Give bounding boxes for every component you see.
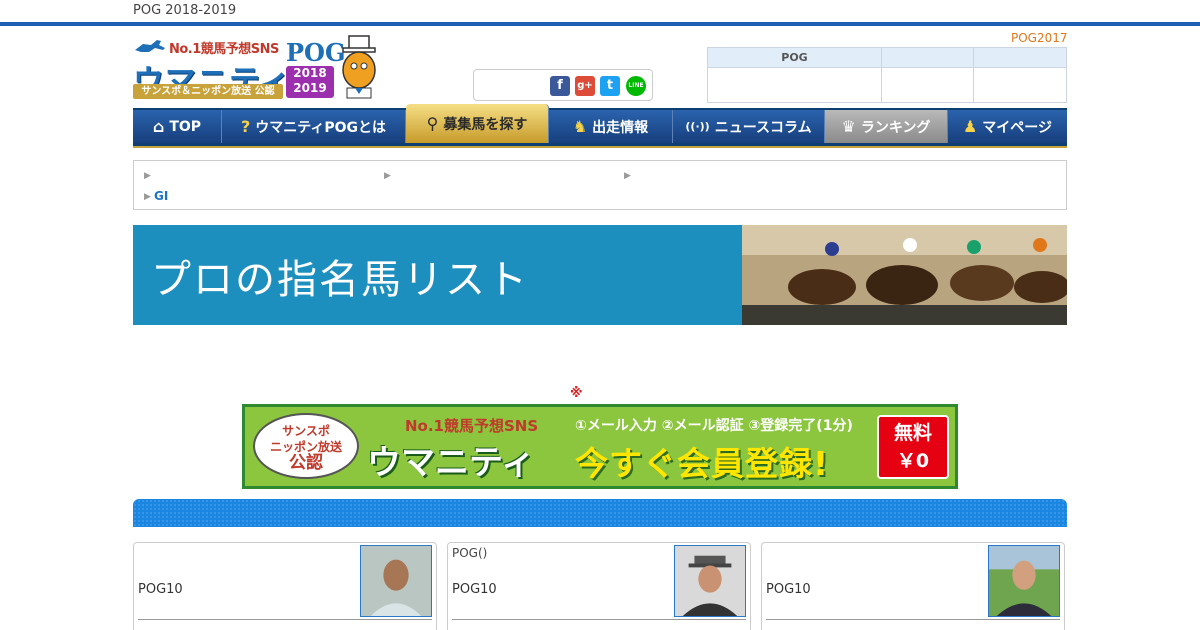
triangle-icon: ▶ — [624, 171, 631, 181]
main-nav: ⌂ TOP ? ウマニティPOGとは ⚲ 募集馬を探す ♞ 出走情報 ((·))… — [133, 104, 1067, 146]
nav-about[interactable]: ? ウマニティPOGとは — [222, 110, 406, 143]
search-icon: ⚲ — [426, 114, 439, 133]
card-label: POG10 — [766, 582, 811, 597]
logo-years: 2018 2019 — [286, 66, 334, 98]
user-icon: ♟ — [962, 117, 978, 136]
register-brand: ウマニティ — [367, 443, 535, 483]
page-banner: プロの指名馬リスト — [133, 225, 1067, 325]
twitter-icon[interactable]: t — [600, 76, 620, 96]
horse-icon: ♞ — [572, 117, 588, 136]
nav-top[interactable]: ⌂ TOP — [133, 110, 222, 143]
facebook-icon[interactable]: f — [550, 76, 570, 96]
broadcast-icon: ((·)) — [685, 120, 710, 133]
triangle-icon: ▶ — [144, 192, 151, 202]
triangle-icon: ▶ — [384, 171, 391, 181]
home-icon: ⌂ — [152, 117, 165, 136]
register-tagline: No.1競馬予想SNS — [405, 417, 539, 435]
line-icon[interactable]: LINE — [626, 76, 646, 96]
avatar — [988, 545, 1060, 617]
free-badge: 無料 ￥0 — [877, 415, 949, 479]
official-badge: サンスポ ニッポン放送 公認 — [253, 413, 359, 479]
avatar — [360, 545, 432, 617]
pog2017-link[interactable]: POG2017 — [1011, 31, 1068, 45]
nav-mypage[interactable]: ♟ マイページ — [948, 110, 1067, 143]
question-icon: ? — [240, 117, 251, 136]
page-title: プロの指名馬リスト — [151, 257, 529, 303]
nav-news[interactable]: ((·)) ニュースコラム — [673, 110, 825, 143]
pro-card[interactable]: POG10 — [133, 542, 437, 630]
top-bar: POG 2018-2019 — [0, 0, 1200, 22]
nav-search-horses[interactable]: ⚲ 募集馬を探す — [406, 104, 549, 143]
note-mark: ※ — [570, 386, 583, 401]
mascot-icon — [342, 35, 376, 99]
nav-race-info[interactable]: ♞ 出走情報 — [549, 110, 673, 143]
share-box: f g+ t LINE — [473, 69, 653, 101]
triangle-icon: ▶ — [144, 171, 151, 181]
avatar — [674, 545, 746, 617]
nav-divider — [133, 146, 1067, 148]
register-cta: 今すぐ会員登録! — [575, 444, 830, 483]
nav-ranking[interactable]: ♛ ランキング — [825, 110, 948, 143]
breadcrumb-gi-link[interactable]: GI — [154, 189, 168, 203]
breadcrumb: ▶ ▶ ▶ ▶ GI — [133, 160, 1067, 210]
register-banner[interactable]: サンスポ ニッポン放送 公認 No.1競馬予想SNS ウマニティ ①メール入力 … — [242, 404, 958, 489]
logo-sub: サンスポ＆ニッポン放送 公認 — [133, 84, 283, 99]
top-divider — [0, 22, 1200, 26]
header-table-pog: POG — [707, 47, 882, 68]
crown-icon: ♛ — [841, 117, 856, 136]
logo-tagline: No.1競馬予想SNS — [169, 42, 279, 57]
race-photo — [742, 225, 1067, 325]
card-subtitle: POG() — [452, 546, 488, 560]
section-header — [133, 499, 1067, 527]
pro-card[interactable]: POG10 — [761, 542, 1065, 630]
site-logo[interactable]: No.1競馬予想SNS ウマニティ サンスポ＆ニッポン放送 公認 POG 201… — [133, 34, 383, 100]
horse-icon — [135, 40, 165, 52]
card-label: POG10 — [138, 582, 183, 597]
pro-card[interactable]: POG() POG10 — [447, 542, 751, 630]
register-steps: ①メール入力 ②メール認証 ③登録完了(1分) — [575, 418, 853, 434]
card-label: POG10 — [452, 582, 497, 597]
site-subtitle: POG 2018-2019 — [133, 3, 237, 18]
header-table: POG — [707, 47, 1067, 103]
googleplus-icon[interactable]: g+ — [575, 76, 595, 96]
